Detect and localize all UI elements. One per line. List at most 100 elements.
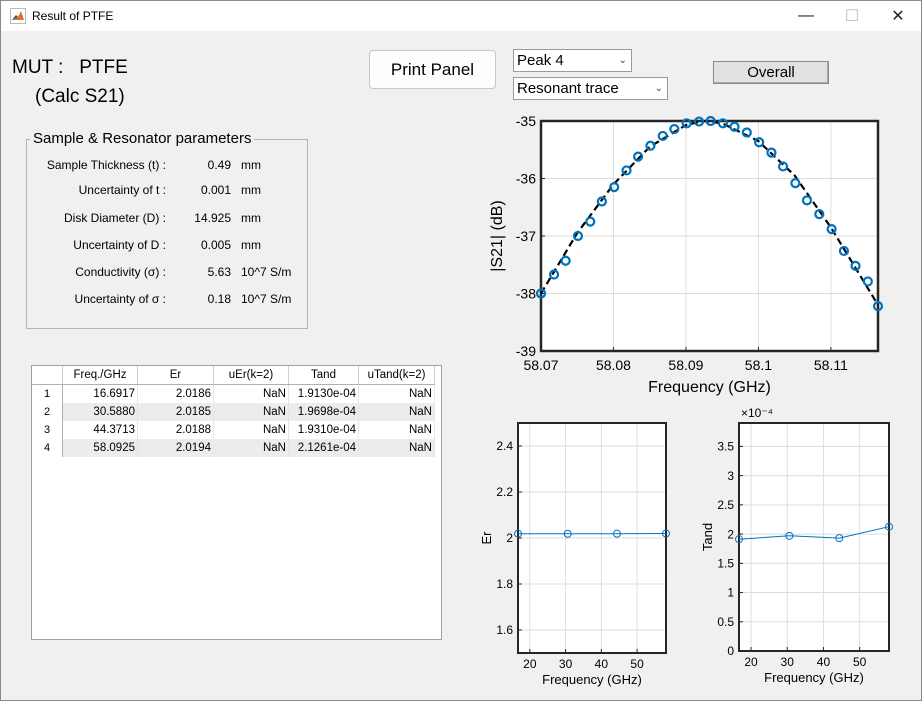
y-tick-label: -38 — [516, 285, 536, 301]
table-row[interactable]: 1 16.6917 2.0186 NaN 1.9130e-04 NaN — [32, 384, 435, 403]
col-header[interactable]: uEr(k=2) — [213, 366, 289, 385]
table-row[interactable]: 4 58.0925 2.0194 NaN 2.1261e-04 NaN — [32, 439, 435, 457]
table-cell[interactable]: 2.0194 — [137, 439, 214, 457]
minimize-icon: — — [798, 7, 814, 24]
row-header: 3 — [32, 421, 63, 439]
param-value: 0.005 — [200, 238, 231, 252]
y-tick-label: 1 — [727, 586, 734, 600]
y-tick-label: -37 — [516, 228, 536, 244]
table-cell[interactable]: 44.3713 — [62, 421, 138, 439]
y-tick-label: -35 — [516, 113, 536, 129]
param-unit: 10^7 S/m — [241, 292, 292, 306]
y-tick-label: 2 — [727, 527, 734, 541]
param-value: 0.18 — [207, 292, 231, 306]
table-cell[interactable]: 1.9310e-04 — [288, 421, 359, 439]
y-tick-label: 2.2 — [496, 485, 513, 499]
y-axis-label: Tand — [700, 523, 715, 551]
y-tick-label: 2.5 — [717, 498, 734, 512]
param-unit: mm — [241, 183, 261, 197]
param-row: Uncertainty of t : 0.001 mm — [1, 183, 311, 199]
x-tick-label: 50 — [630, 657, 644, 671]
table-cell[interactable]: NaN — [213, 421, 289, 439]
row-header: 2 — [32, 403, 63, 421]
results-table[interactable]: Freq./GHz Er uEr(k=2) Tand uTand(k=2) 11… — [31, 365, 442, 640]
x-tick-label: 40 — [817, 655, 831, 669]
y-tick-label: 3 — [727, 469, 734, 483]
table-cell[interactable]: NaN — [213, 384, 289, 403]
chevron-down-icon: ⌄ — [654, 83, 663, 94]
table-cell[interactable]: NaN — [213, 403, 289, 421]
x-tick-label: 58.09 — [668, 357, 703, 373]
x-tick-label: 58.07 — [523, 357, 558, 373]
table-cell[interactable]: 58.0925 — [62, 439, 138, 457]
x-tick-label: 30 — [559, 657, 573, 671]
table-cell[interactable]: 1.9698e-04 — [288, 403, 359, 421]
param-row: Uncertainty of σ : 0.18 10^7 S/m — [1, 292, 311, 308]
col-header[interactable]: uTand(k=2) — [358, 366, 435, 385]
close-button[interactable]: ✕ — [875, 1, 921, 31]
param-unit: mm — [241, 211, 261, 225]
table-cell[interactable]: NaN — [358, 403, 435, 421]
x-axis-label: Frequency (GHz) — [542, 672, 642, 687]
y-tick-label: 3.5 — [717, 440, 734, 454]
col-header[interactable]: Tand — [288, 366, 359, 385]
window-title: Result of PTFE — [32, 9, 114, 23]
x-tick-label: 50 — [853, 655, 867, 669]
chevron-down-icon: ⌄ — [618, 55, 627, 66]
table-cell[interactable]: 30.5880 — [62, 403, 138, 421]
maximize-button[interactable]: ☐ — [829, 1, 875, 31]
table-row[interactable]: 3 44.3713 2.0188 NaN 1.9310e-04 NaN — [32, 421, 435, 439]
x-tick-label: 20 — [523, 657, 537, 671]
y-tick-label: 2.4 — [496, 439, 513, 453]
param-label: Uncertainty of D : — [73, 238, 166, 252]
table-corner — [32, 366, 63, 385]
row-header: 1 — [32, 384, 63, 403]
param-label: Uncertainty of σ : — [74, 292, 166, 306]
y-tick-label: 1.8 — [496, 577, 513, 591]
table-cell[interactable]: NaN — [358, 421, 435, 439]
y-tick-label: 0.5 — [717, 615, 734, 629]
x-axis-label: Frequency (GHz) — [764, 670, 864, 685]
table-cell[interactable]: NaN — [358, 439, 435, 457]
param-label: Disk Diameter (D) : — [63, 211, 166, 225]
axis-exponent-label: ×10⁻⁴ — [741, 406, 773, 420]
calc-label: (Calc S21) — [35, 86, 125, 107]
maximize-icon: ☐ — [844, 8, 860, 25]
x-tick-label: 20 — [744, 655, 758, 669]
param-row: Conductivity (σ) : 5.63 10^7 S/m — [1, 265, 311, 281]
table-cell[interactable]: NaN — [213, 439, 289, 457]
table-cell[interactable]: NaN — [358, 384, 435, 403]
table-cell[interactable]: 16.6917 — [62, 384, 138, 403]
table-cell[interactable]: 2.0185 — [137, 403, 214, 421]
title-bar: Result of PTFE — ☐ ✕ — [1, 1, 921, 31]
table-cell[interactable]: 2.0186 — [137, 384, 214, 403]
minimize-button[interactable]: — — [783, 1, 829, 31]
params-panel-title: Sample & Resonator parameters — [30, 130, 255, 147]
table-cell[interactable]: 2.1261e-04 — [288, 439, 359, 457]
y-tick-label: 1.6 — [496, 623, 513, 637]
y-tick-label: 1.5 — [717, 557, 734, 571]
param-unit: 10^7 S/m — [241, 265, 292, 279]
app-window: Result of PTFE — ☐ ✕ MUT : PTFE (Calc S2… — [0, 0, 922, 701]
x-tick-label: 58.11 — [814, 357, 848, 373]
overall-button[interactable]: Overall — [713, 61, 829, 84]
row-header: 4 — [32, 439, 63, 457]
trace-select[interactable]: Resonant trace ⌄ — [513, 77, 668, 100]
param-unit: mm — [241, 238, 261, 252]
param-row: Uncertainty of D : 0.005 mm — [1, 238, 311, 254]
col-header[interactable]: Er — [137, 366, 214, 385]
peak-select[interactable]: Peak 4 ⌄ — [513, 49, 632, 72]
param-label: Uncertainty of t : — [78, 183, 166, 197]
param-value: 0.001 — [200, 183, 231, 197]
param-value: 5.63 — [207, 265, 231, 279]
table-cell[interactable]: 1.9130e-04 — [288, 384, 359, 403]
col-header[interactable]: Freq./GHz — [62, 366, 138, 385]
er-chart: 20 30 40 50 1.6 1.8 2 2.2 2.4 Frequency (GHz) Er — [479, 422, 671, 687]
tand-chart: 20 30 40 50 0 0.5 1 1.5 2 2.5 3 3.5 Frequency (GHz) T… — [700, 406, 894, 685]
x-tick-label: 58.1 — [745, 357, 772, 373]
table-row[interactable]: 2 30.5880 2.0185 NaN 1.9698e-04 NaN — [32, 403, 435, 421]
y-tick-label: 2 — [506, 531, 513, 545]
print-panel-button[interactable]: Print Panel — [369, 50, 496, 89]
table-cell[interactable]: 2.0188 — [137, 421, 214, 439]
param-row: Disk Diameter (D) : 14.925 mm — [1, 211, 311, 227]
